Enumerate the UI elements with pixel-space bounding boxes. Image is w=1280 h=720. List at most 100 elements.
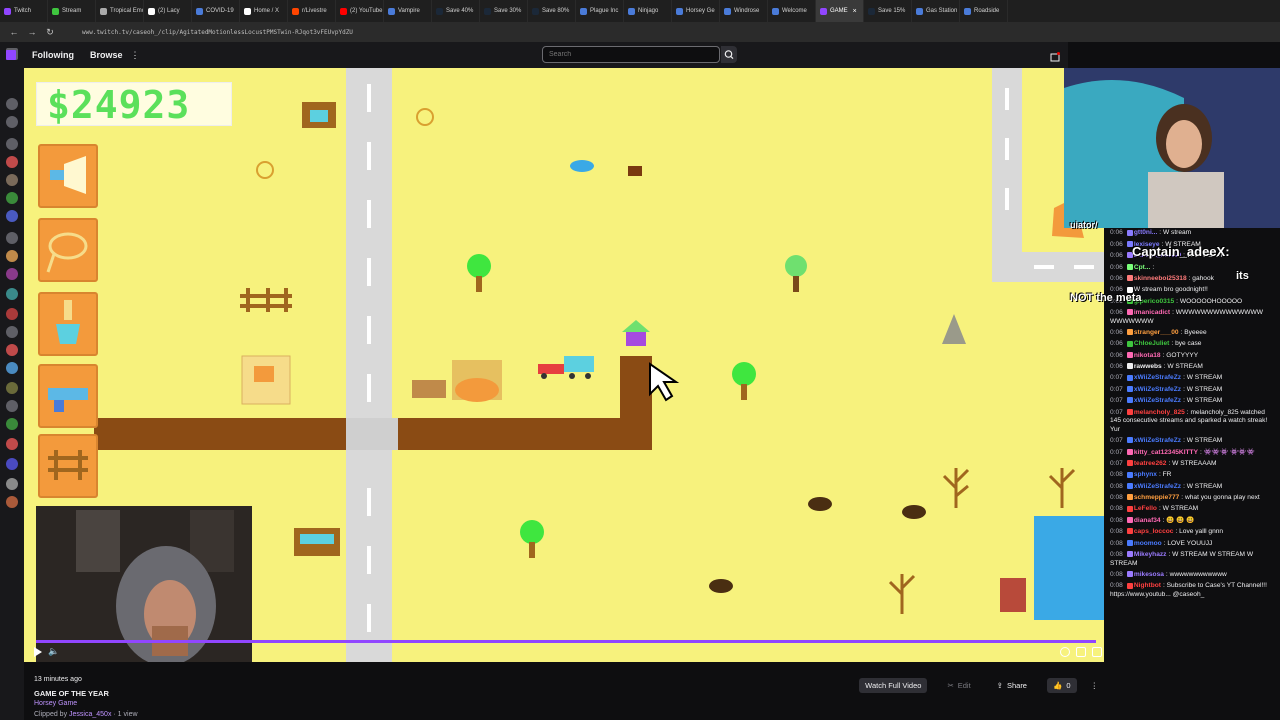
browser-tab[interactable]: Windrose <box>720 0 768 22</box>
browser-tab[interactable]: Home / X <box>240 0 288 22</box>
chat-username[interactable]: xWiiZeStrafeZz <box>1134 483 1181 490</box>
chat-username[interactable]: sphynx <box>1134 471 1157 478</box>
tool-gun[interactable] <box>38 364 98 428</box>
chat-username[interactable]: moomoo <box>1134 540 1162 547</box>
reload-icon[interactable]: ↻ <box>44 26 56 38</box>
browser-tab[interactable]: Welcome <box>768 0 816 22</box>
browser-tab[interactable]: Vampire <box>384 0 432 22</box>
channel-avatar[interactable] <box>6 210 18 222</box>
more-options-icon[interactable]: ⋮ <box>1091 681 1099 690</box>
chat-username[interactable]: caps_loccoc <box>1134 528 1174 535</box>
browser-tab[interactable]: r/Livestre <box>288 0 336 22</box>
channel-avatar[interactable] <box>6 400 18 412</box>
chat-username[interactable]: kitty_cat12345KITTY <box>1134 449 1198 456</box>
close-icon[interactable]: × <box>853 8 857 15</box>
channel-avatar[interactable] <box>6 344 18 356</box>
share-button[interactable]: ⇪ Share <box>991 678 1033 693</box>
browser-tab[interactable]: (2) YouTube <box>336 0 384 22</box>
search-button[interactable] <box>721 46 737 63</box>
fullscreen-icon[interactable] <box>1092 647 1102 657</box>
chat-username[interactable]: imanicadict <box>1134 309 1170 316</box>
chat-username[interactable]: LeFello <box>1134 505 1157 512</box>
channel-avatar[interactable] <box>6 250 18 262</box>
like-button[interactable]: 👍 0 <box>1046 678 1077 693</box>
sidebar-icon[interactable] <box>6 138 18 150</box>
chat-username[interactable]: Nightbot <box>1134 582 1161 589</box>
theater-icon[interactable] <box>1076 647 1086 657</box>
chat-username[interactable]: skinneeboi25318 <box>1134 275 1187 282</box>
channel-avatar[interactable] <box>6 438 18 450</box>
browser-tab[interactable]: Save 40% <box>432 0 480 22</box>
tool-potion[interactable] <box>38 292 98 356</box>
chat-username[interactable]: Mikeyhazz <box>1134 551 1167 558</box>
twitch-logo-icon[interactable] <box>6 50 16 60</box>
browser-tab[interactable]: Stream <box>48 0 96 22</box>
channel-avatar[interactable] <box>6 232 18 244</box>
clipper-link[interactable]: Jessica_450x <box>69 711 111 718</box>
channel-avatar[interactable] <box>6 288 18 300</box>
browser-tab[interactable]: GAME × <box>816 0 864 22</box>
forward-icon[interactable]: → <box>26 26 38 38</box>
notifications-icon[interactable] <box>1050 49 1060 62</box>
settings-icon[interactable] <box>1060 647 1070 657</box>
chat-username[interactable]: xWiiZeStrafeZz <box>1134 437 1181 444</box>
chat-username[interactable]: xWiiZeStrafeZz <box>1134 397 1181 404</box>
channel-avatar[interactable] <box>6 496 18 508</box>
play-icon[interactable] <box>34 647 42 657</box>
channel-avatar[interactable] <box>6 192 18 204</box>
browser-tab[interactable]: Save 30% <box>480 0 528 22</box>
channel-avatar[interactable] <box>6 326 18 338</box>
chat-username[interactable]: rawwebs <box>1134 363 1162 370</box>
browser-tab[interactable]: (2) Lacy <box>144 0 192 22</box>
tool-lasso[interactable] <box>38 218 98 282</box>
chat-username[interactable]: schmeppie777 <box>1134 494 1179 501</box>
browser-tab[interactable]: Save 15% <box>864 0 912 22</box>
volume-icon[interactable]: 🔈 <box>48 646 59 657</box>
edit-button[interactable]: ✂ Edit <box>941 678 976 693</box>
chat-username[interactable]: xWiiZeStrafeZz <box>1134 374 1181 381</box>
channel-avatar[interactable] <box>6 308 18 320</box>
browser-tab[interactable]: Roadside <box>960 0 1008 22</box>
channel-avatar[interactable] <box>6 268 18 280</box>
chat-username[interactable]: xWiiZeStrafeZz <box>1134 386 1181 393</box>
url-text[interactable]: www.twitch.tv/caseoh_/clip/AgitatedMotio… <box>82 29 353 36</box>
nav-browse[interactable]: Browse <box>90 50 123 60</box>
channel-avatar[interactable] <box>6 156 18 168</box>
browser-tab[interactable]: Plague Inc <box>576 0 624 22</box>
chat-timestamp: 0:06 <box>1110 328 1123 336</box>
browser-tab[interactable]: Ninjago <box>624 0 672 22</box>
channel-avatar[interactable] <box>6 174 18 186</box>
chat-username[interactable]: teatree262 <box>1134 460 1167 467</box>
browser-tab[interactable]: Twitch <box>0 0 48 22</box>
watch-full-video-button[interactable]: Watch Full Video <box>859 678 928 693</box>
channel-avatar[interactable] <box>6 418 18 430</box>
chat-username[interactable]: ChloeJuliet <box>1134 340 1170 347</box>
sidebar-icon[interactable] <box>6 98 18 110</box>
search-input[interactable] <box>542 46 720 63</box>
browser-tab[interactable]: Gas Station <box>912 0 960 22</box>
channel-avatar[interactable] <box>6 382 18 394</box>
nav-following[interactable]: Following <box>32 50 74 60</box>
nav-more-icon[interactable]: ⋮ <box>131 50 140 61</box>
browser-tab[interactable]: Save 80% <box>528 0 576 22</box>
chat-username[interactable]: nikota18 <box>1134 352 1161 359</box>
tool-horn[interactable] <box>38 144 98 208</box>
video-progress-bar[interactable] <box>36 640 1096 643</box>
chat-username[interactable]: dianaf34 <box>1134 517 1161 524</box>
chat-username[interactable]: gtt0ni... <box>1134 229 1157 236</box>
channel-avatar[interactable] <box>6 478 18 490</box>
browser-tab[interactable]: Tropical Emoji <box>96 0 144 22</box>
browser-tab[interactable]: COVID-19 <box>192 0 240 22</box>
video-player[interactable]: $24923 🔈 <box>24 68 1104 662</box>
back-icon[interactable]: ← <box>8 26 20 38</box>
channel-avatar[interactable] <box>6 362 18 374</box>
chat-username[interactable]: Cpt... <box>1134 264 1150 271</box>
channel-avatar[interactable] <box>6 458 18 470</box>
tool-fence[interactable] <box>38 434 98 498</box>
clip-game[interactable]: Horsey Game <box>34 700 77 707</box>
chat-username[interactable]: melancholy_825 <box>1134 409 1185 416</box>
browser-tab[interactable]: Horsey Ge <box>672 0 720 22</box>
sidebar-icon[interactable] <box>6 116 18 128</box>
chat-username[interactable]: mikesosa <box>1134 571 1164 578</box>
chat-username[interactable]: stranger___00 <box>1134 329 1179 336</box>
